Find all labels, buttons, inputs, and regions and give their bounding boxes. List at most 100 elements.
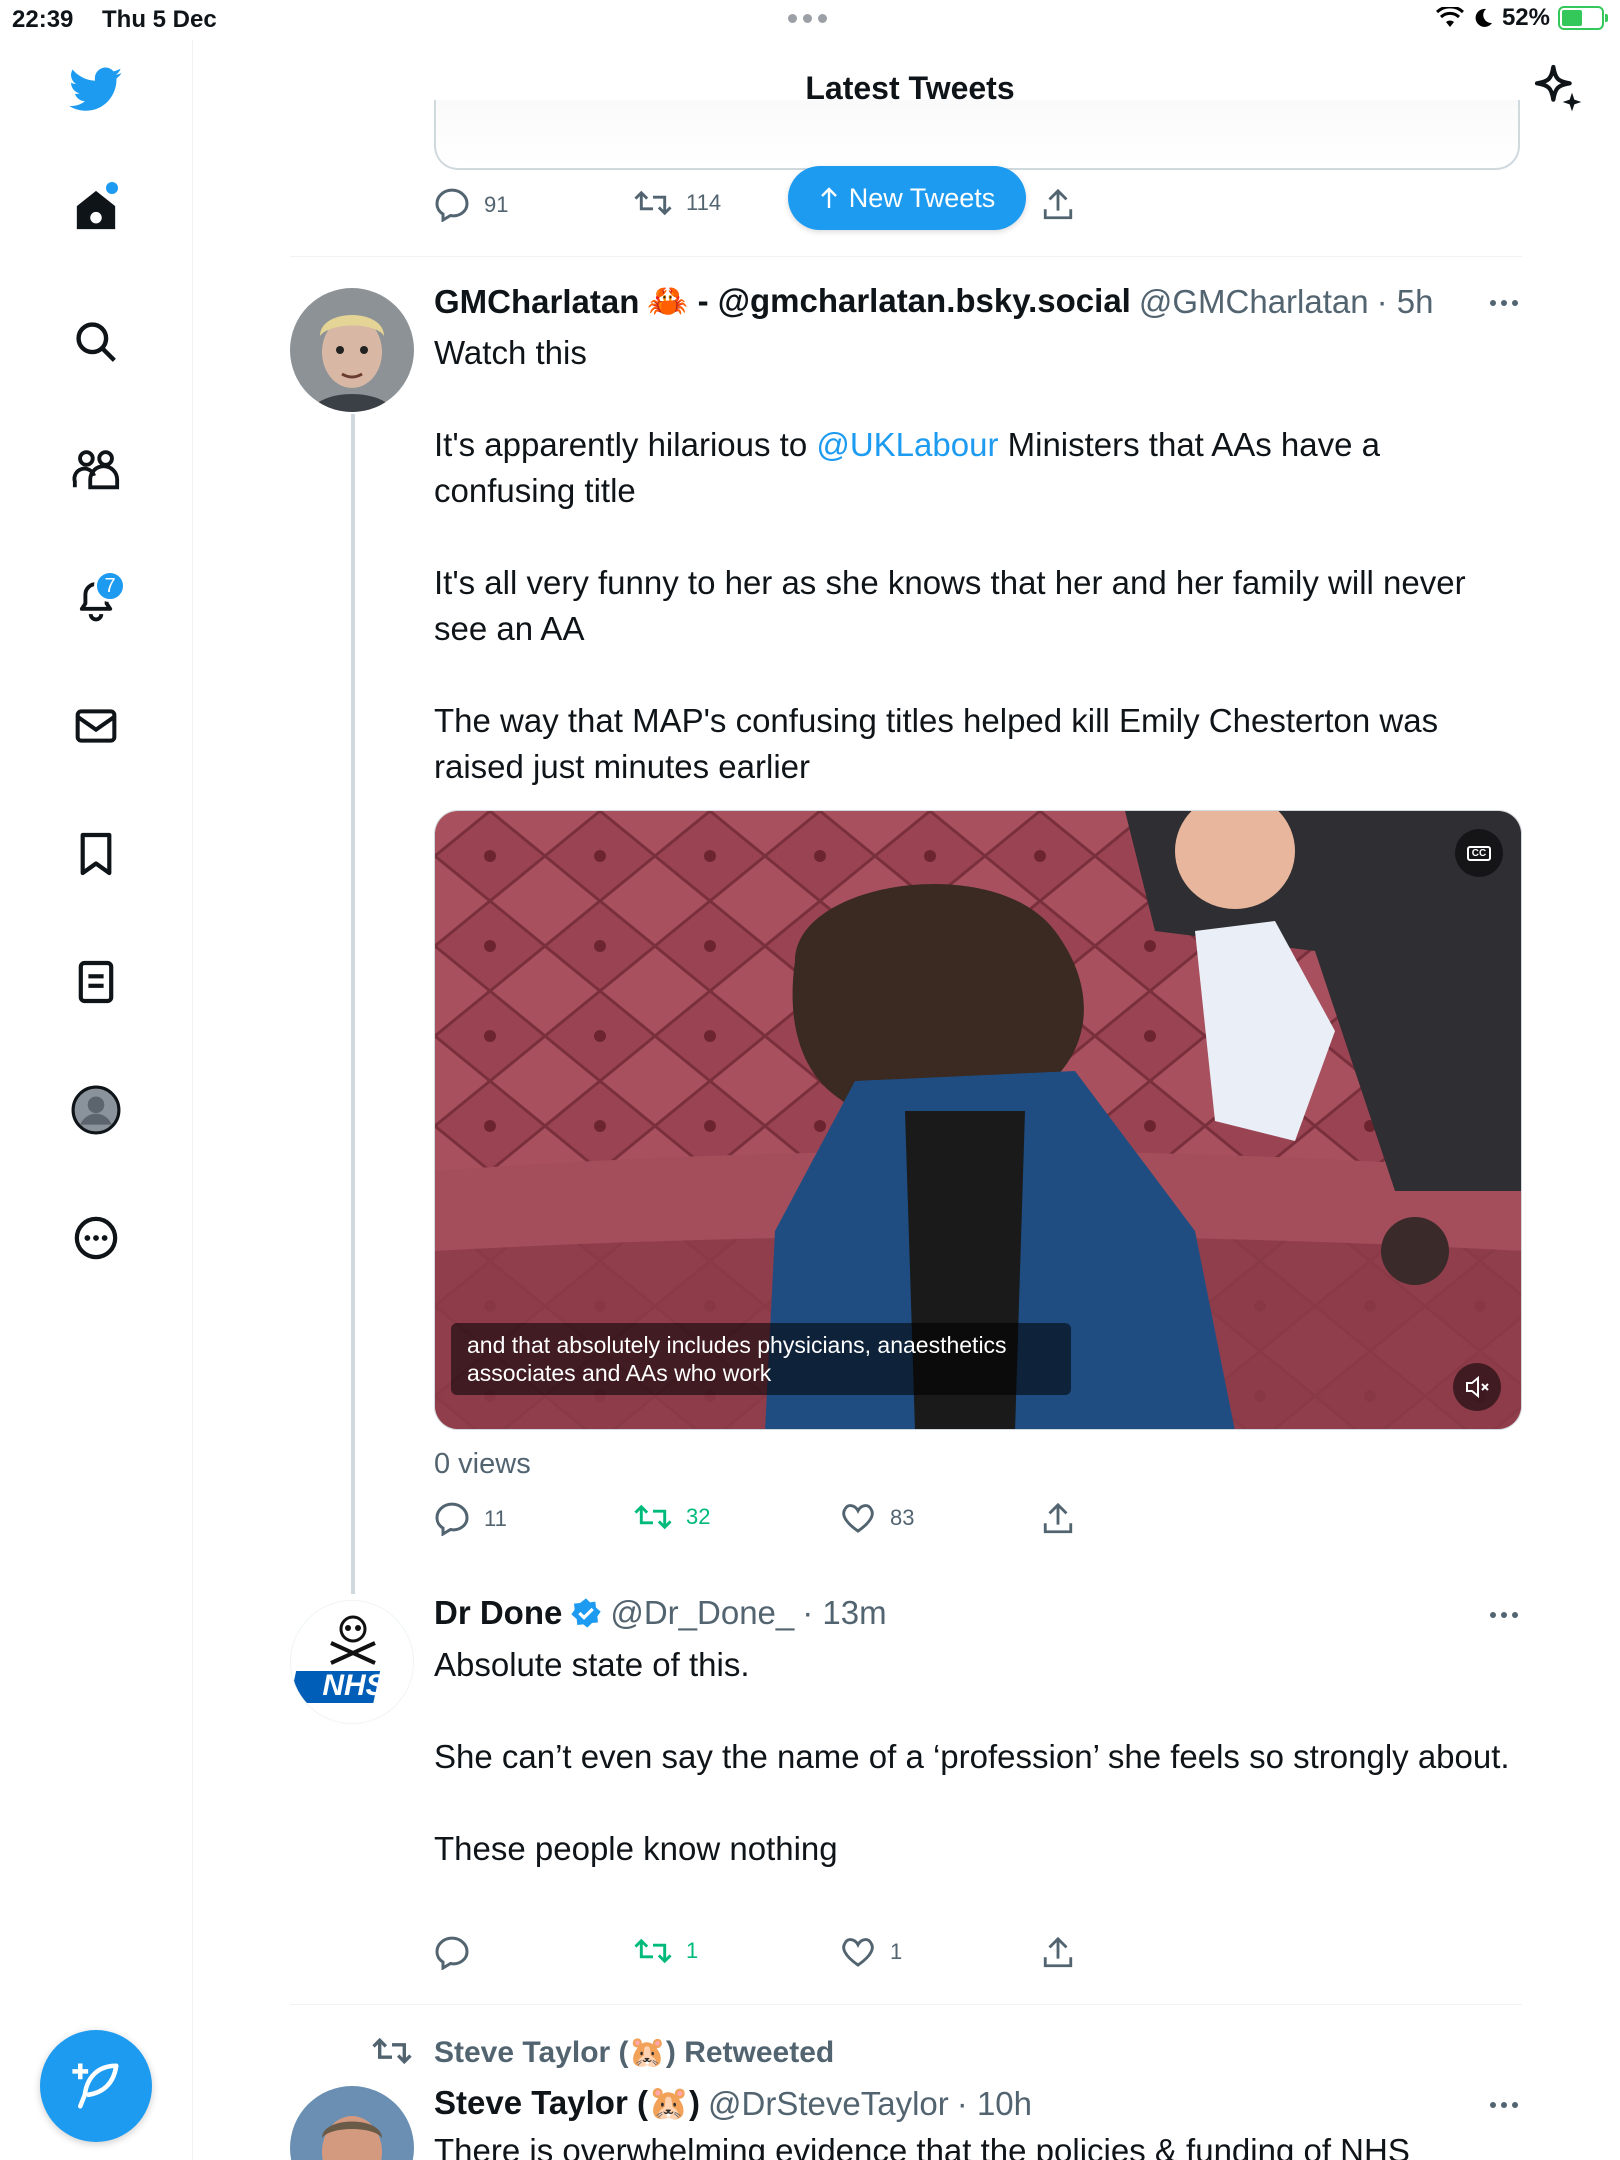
new-tweets-label: New Tweets [848,182,996,213]
reply-button[interactable] [434,1936,470,1970]
speaker-muted-icon [1466,1375,1489,1399]
previous-tweet-media-card[interactable] [434,100,1520,170]
author-handle[interactable]: @GMCharlatan [1139,283,1369,321]
communities-icon[interactable] [66,440,126,500]
like-button[interactable]: 1 [840,1936,902,1968]
mention-link[interactable]: @UKLabour [816,426,998,463]
tweet-line: These people know nothing [434,1830,838,1867]
author-handle[interactable]: @Dr_Done_ [610,1594,794,1632]
home-unread-dot [106,182,118,194]
heart-icon [842,1504,874,1533]
notifications-icon[interactable]: 7 [66,570,126,630]
reply-button[interactable]: 11 [434,1502,507,1536]
tweet-more-icon[interactable] [1490,2100,1520,2110]
reply-count: 11 [484,1506,507,1531]
tweet-time[interactable]: · 10h [957,2085,1032,2123]
tweet-line: She can’t even say the name of a ‘profes… [434,1738,1510,1775]
tweet-text-span: It's apparently hilarious to [434,426,817,463]
retweet-button[interactable]: 114 [634,188,721,218]
retweet-icon [634,190,672,216]
status-bar: 22:39 Thu 5 Dec 52% [0,0,1620,40]
more-options-icon[interactable] [66,1208,126,1268]
battery-percentage: 52% [1501,4,1550,31]
arrow-up-icon [820,187,837,208]
new-tweets-button[interactable]: New Tweets [788,166,1026,230]
multitasking-dots-icon[interactable] [788,14,827,23]
tweet-video[interactable]: CC and that absolutely includes physicia… [434,810,1522,1430]
retweet-button[interactable]: 1 [634,1936,698,1966]
battery-icon [1558,6,1608,30]
sparkle-timeline-icon[interactable] [1530,60,1586,116]
tweet-line: It's apparently hilarious to @UKLabour M… [434,422,1524,514]
retweet-count: 114 [686,190,722,215]
feather-plus-icon [72,2063,119,2109]
tweet-header: Steve Taylor (🐹) @DrSteveTaylor · 10h [434,2084,1032,2123]
status-time: 22:39 [12,6,74,33]
reply-icon [435,188,469,222]
heart-icon [842,1938,874,1967]
tweet-divider [290,2004,1522,2005]
share-button[interactable] [1042,1936,1074,1970]
search-icon[interactable] [66,312,126,372]
reply-icon [435,1502,469,1536]
retweet-count: 1 [686,1938,699,1963]
tweet-text: There is overwhelming evidence that the … [434,2128,1524,2160]
retweet-button[interactable]: 32 [634,1502,710,1532]
retweeted-by-label[interactable]: Steve Taylor (🐹) Retweeted [434,2035,834,2070]
like-count: 83 [890,1505,915,1530]
author-handle[interactable]: @DrSteveTaylor [708,2085,949,2123]
tweet-header: Dr Done @Dr_Done_ · 13m [434,1594,887,1632]
notifications-badge: 7 [94,570,126,602]
author-name[interactable]: Steve Taylor (🐹) [434,2084,700,2123]
verified-badge-icon [571,1598,602,1628]
share-icon [1043,188,1073,220]
compose-tweet-button[interactable] [40,2030,152,2142]
profile-icon[interactable] [66,1080,126,1140]
tweet-line: There is overwhelming evidence that the … [434,2132,1410,2160]
home-icon[interactable] [66,180,126,240]
reply-count: 91 [484,192,509,217]
share-icon [1043,1502,1073,1534]
tweet-divider [290,256,1522,257]
status-indicators: 52% [1435,4,1608,32]
lists-icon[interactable] [66,952,126,1012]
author-name-suffix: 🦀 - @gmcharlatan.bsky.social [647,282,1131,319]
share-button[interactable] [1042,188,1074,222]
retweeted-icon [372,2035,412,2072]
wifi-icon [1435,7,1464,27]
like-count: 1 [890,1939,903,1964]
tweet-header: GMCharlatan 🦀 - @gmcharlatan.bsky.social… [434,282,1433,321]
retweet-icon [634,1504,672,1530]
author-name[interactable]: Dr Done [434,1594,562,1632]
tweet-line: Absolute state of this. [434,1646,750,1683]
share-icon [1043,1936,1073,1968]
retweet-icon [634,1938,672,1964]
sidebar: 7 [0,40,193,2160]
author-name[interactable]: GMCharlatan [434,283,639,321]
tweet-time[interactable]: · 13m [802,1594,886,1632]
video-caption: and that absolutely includes physicians,… [451,1323,1071,1395]
reply-button[interactable]: 91 [434,188,508,222]
tweet-line: The way that MAP's confusing titles help… [434,702,1439,785]
gmcharlatan-avatar[interactable] [290,288,414,412]
avatar-nhs-text: NHS [322,1669,386,1702]
steve-taylor-avatar[interactable] [290,2086,414,2160]
retweet-count: 32 [686,1504,711,1529]
tweet-more-icon[interactable] [1490,1610,1520,1620]
moon-icon [1475,8,1492,27]
dr-done-avatar[interactable]: NHS [290,1600,414,1724]
share-button[interactable] [1042,1502,1074,1536]
twitter-logo-icon[interactable] [66,60,126,120]
closed-captions-button[interactable]: CC [1455,829,1503,877]
tweet-time[interactable]: · 5h [1377,283,1434,321]
view-count: 0 views [434,1448,531,1480]
mute-volume-button[interactable] [1453,1363,1501,1411]
tweet-text: Absolute state of this. She can’t even s… [434,1642,1524,1872]
like-button[interactable]: 83 [840,1502,914,1534]
bookmarks-icon[interactable] [66,824,126,884]
messages-icon[interactable] [66,696,126,756]
tweet-line: It's all very funny to her as she knows … [434,564,1466,647]
status-date: Thu 5 Dec [102,6,217,33]
tweet-more-icon[interactable] [1490,298,1520,308]
retweeted-by-text: Steve Taylor (🐹) Retweeted [434,2036,835,2069]
